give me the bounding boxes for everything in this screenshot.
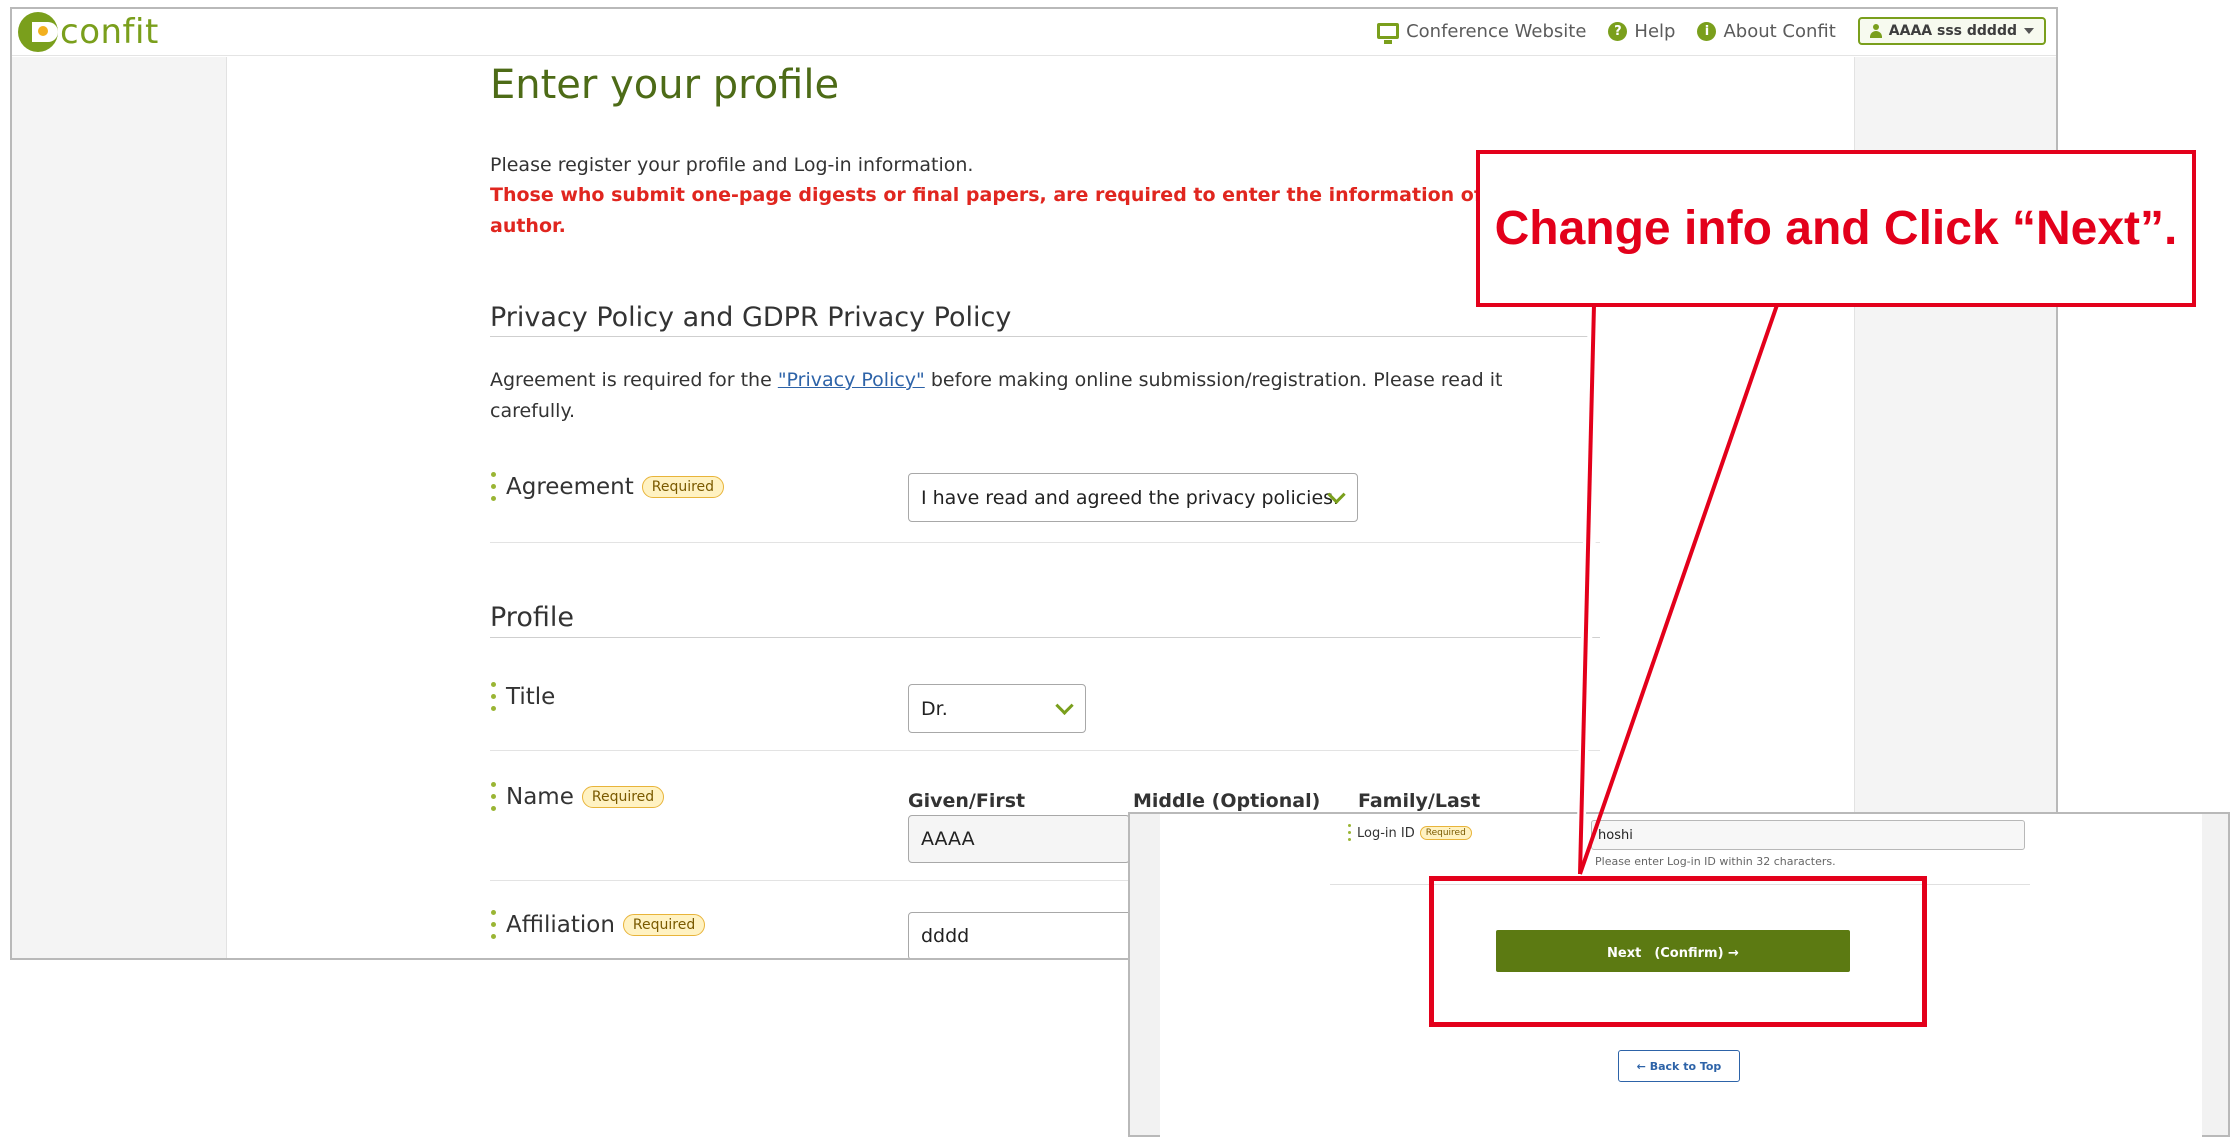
page-title: Enter your profile (490, 62, 840, 108)
agreement-select[interactable]: I have read and agreed the privacy polic… (908, 473, 1358, 522)
affiliation-label: Affiliation (506, 912, 615, 938)
left-gutter (12, 57, 227, 958)
about-label: About Confit (1723, 20, 1836, 42)
profile-heading: Profile (490, 602, 574, 633)
user-name: AAAA sss ddddd (1888, 23, 2017, 39)
drag-handle-icon (490, 680, 496, 714)
privacy-policy-link[interactable]: "Privacy Policy" (778, 369, 925, 391)
given-name-input[interactable]: AAAA (908, 815, 1130, 863)
warning-line-1: Those who submit one-page digests or fin… (490, 184, 1512, 206)
privacy-text-after: before making online submission/registra… (924, 369, 1503, 391)
privacy-heading: Privacy Policy and GDPR Privacy Policy (490, 302, 1012, 333)
callout-text: Change info and Click “Next”. (1494, 202, 2178, 255)
agreement-divider (490, 542, 1600, 543)
title-label: Title (506, 684, 556, 710)
name-label: Name (506, 784, 574, 810)
title-select[interactable]: Dr. (908, 684, 1086, 733)
login-id-help-text: Please enter Log-in ID within 32 charact… (1595, 855, 1836, 868)
privacy-divider (490, 336, 1600, 337)
privacy-text-before: Agreement is required for the (490, 369, 778, 391)
profile-divider (490, 637, 1600, 638)
help-link[interactable]: ? Help (1608, 21, 1675, 42)
monitor-icon (1377, 23, 1400, 44)
required-badge: Required (1419, 826, 1472, 840)
instruction-callout: Change info and Click “Next”. (1476, 150, 2196, 307)
confit-logo-icon (18, 12, 58, 52)
login-id-label: Log-in ID (1357, 825, 1415, 841)
chevron-down-icon (1055, 696, 1074, 715)
middle-name-label: Middle (Optional) (1133, 790, 1321, 812)
about-confit-link[interactable]: i About Confit (1697, 20, 1836, 42)
drag-handle-icon (490, 780, 496, 814)
agreement-label: Agreement (506, 474, 634, 500)
login-id-value: hoshi (1598, 827, 1633, 843)
affiliation-input[interactable]: dddd (908, 912, 1138, 958)
caret-down-icon (2024, 28, 2034, 34)
family-name-label: Family/Last (1358, 790, 1481, 812)
user-menu-button[interactable]: AAAA sss ddddd (1857, 17, 2046, 45)
user-icon (1869, 24, 1882, 38)
given-name-value: AAAA (921, 828, 975, 850)
login-id-label-row: Log-in ID Required (1348, 822, 1472, 844)
drag-handle-icon (490, 470, 496, 504)
question-icon: ? (1608, 21, 1628, 41)
conference-website-link[interactable]: Conference Website (1377, 20, 1587, 44)
name-label-row: Name Required (490, 780, 665, 814)
given-name-label: Given/First (908, 790, 1026, 812)
privacy-text: Agreement is required for the "Privacy P… (490, 369, 1502, 391)
top-navigation-bar: confit Conference Website ? Help i About… (12, 9, 2056, 56)
title-label-row: Title (490, 680, 555, 714)
title-select-value: Dr. (921, 697, 948, 720)
agreement-label-row: Agreement Required (490, 470, 725, 504)
help-label: Help (1634, 20, 1676, 42)
title-divider (490, 750, 1600, 751)
required-badge: Required (641, 476, 725, 498)
warning-line-2: author. (490, 215, 566, 237)
affiliation-value: dddd (921, 925, 970, 947)
back-to-top-button[interactable]: ← Back to Top (1618, 1050, 1740, 1082)
confit-logo[interactable]: confit (18, 11, 159, 53)
intro-text: Please register your profile and Log-in … (490, 154, 974, 176)
privacy-text-line2: carefully. (490, 400, 576, 422)
required-badge: Required (622, 914, 706, 936)
conference-website-label: Conference Website (1406, 20, 1587, 42)
info-icon: i (1697, 21, 1717, 41)
next-button-highlight-box (1429, 876, 1927, 1027)
drag-handle-icon (1348, 822, 1352, 844)
agreement-select-value: I have read and agreed the privacy polic… (921, 486, 1340, 509)
login-id-input[interactable]: hoshi (1591, 820, 2025, 850)
screenshot-stage: confit Conference Website ? Help i About… (0, 0, 2235, 1140)
required-badge: Required (581, 786, 665, 808)
logo-text: confit (60, 12, 159, 52)
header-nav: Conference Website ? Help i About Confit… (1377, 17, 2046, 45)
drag-handle-icon (490, 908, 496, 942)
affiliation-label-row: Affiliation Required (490, 908, 706, 942)
